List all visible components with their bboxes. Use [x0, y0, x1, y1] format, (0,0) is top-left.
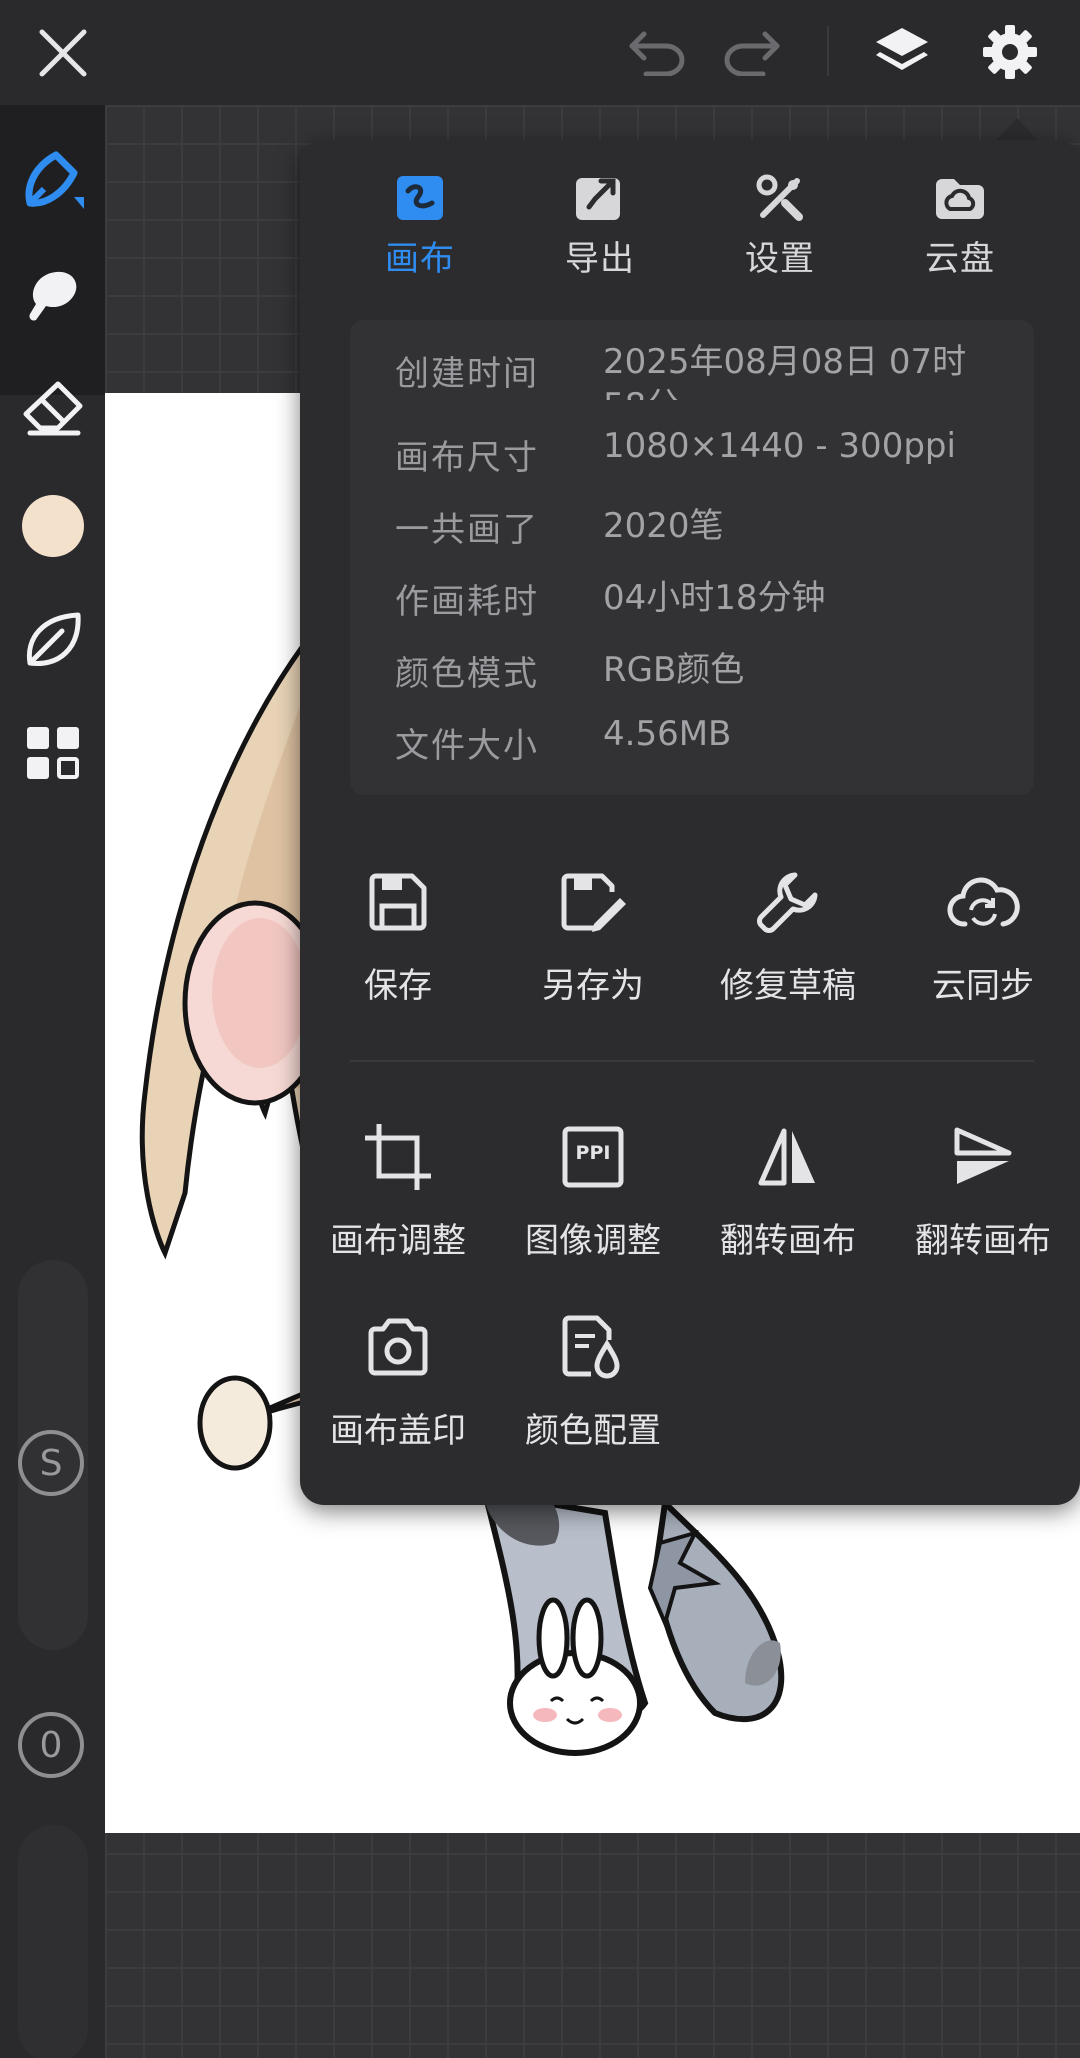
- layers-icon[interactable]: [862, 14, 942, 90]
- smudge-tool-icon[interactable]: [10, 252, 95, 337]
- ppi-icon-text: PPI: [575, 1142, 611, 1164]
- export-icon: [576, 177, 620, 220]
- save-as-icon: [561, 873, 626, 932]
- brush-size-label: S: [18, 1430, 84, 1496]
- info-key: 画布尺寸: [395, 438, 539, 478]
- tab-canvas[interactable]: 画布: [330, 170, 510, 280]
- action-label: 图像调整: [525, 1221, 661, 1261]
- info-value: 1080×1440 - 300ppi: [603, 426, 956, 466]
- panel-pointer: [995, 118, 1039, 142]
- flip-horizontal-icon: [758, 1128, 815, 1186]
- info-key: 一共画了: [395, 510, 539, 550]
- action-label: 画布盖印: [330, 1411, 466, 1451]
- redo-icon[interactable]: [715, 18, 791, 88]
- info-row-duration: 作画耗时 04小时18分钟: [350, 566, 1034, 626]
- canvas-adjust-button[interactable]: 画布调整: [300, 1115, 496, 1262]
- info-value: 04小时18分钟: [603, 578, 826, 618]
- flip-canvas-horizontal-button[interactable]: 翻转画布: [690, 1115, 886, 1262]
- grid-menu-icon[interactable]: [10, 710, 95, 795]
- tab-cloud[interactable]: 云盘: [870, 170, 1050, 280]
- info-row-created: 创建时间 2025年08月08日 07时58分: [350, 338, 1034, 400]
- action-label: 翻转画布: [915, 1221, 1051, 1261]
- info-key: 颜色模式: [395, 654, 539, 694]
- camera-icon: [368, 1318, 428, 1376]
- tools-icon: [756, 174, 803, 221]
- crop-icon: [365, 1124, 431, 1190]
- panel-divider: [350, 1060, 1034, 1062]
- info-key: 作画耗时: [395, 582, 539, 622]
- undo-icon[interactable]: [618, 18, 694, 88]
- repair-draft-button[interactable]: 修复草稿: [690, 860, 886, 1007]
- canvas-info-box: 创建时间 2025年08月08日 07时58分 画布尺寸 1080×1440 -…: [350, 320, 1034, 795]
- toolbar-divider: [827, 26, 829, 76]
- panel-tabs: 画布 导出 设置 云盘: [300, 170, 1080, 280]
- cloud-sync-icon: [947, 877, 1020, 927]
- tab-label: 导出: [565, 239, 635, 279]
- tab-label: 画布: [385, 239, 455, 279]
- close-icon[interactable]: [28, 18, 98, 88]
- color-profile-button[interactable]: 颜色配置: [495, 1305, 691, 1452]
- action-label: 翻转画布: [720, 1221, 856, 1261]
- color-profile-icon: [562, 1315, 620, 1379]
- info-row-color-mode: 颜色模式 RGB颜色: [350, 638, 1034, 698]
- tab-label: 云盘: [925, 239, 995, 279]
- eraser-tool-icon[interactable]: [10, 365, 95, 450]
- flip-canvas-vertical-button[interactable]: 翻转画布: [885, 1115, 1080, 1262]
- info-key: 文件大小: [395, 726, 539, 766]
- info-key: 创建时间: [395, 354, 539, 394]
- tab-export[interactable]: 导出: [510, 170, 690, 280]
- action-label: 颜色配置: [525, 1411, 661, 1451]
- app-root: S 0 画布 导出 设置 云盘 创建时间 2025年08月08日 07时 画布尺…: [0, 0, 1080, 2058]
- top-bar: [0, 0, 1080, 105]
- gear-icon[interactable]: [970, 14, 1050, 90]
- cloud-sync-button[interactable]: 云同步: [885, 860, 1080, 1007]
- action-label: 云同步: [932, 966, 1034, 1006]
- image-adjust-button[interactable]: PPI 图像调整: [495, 1115, 691, 1262]
- action-label: 修复草稿: [720, 966, 856, 1006]
- leaf-tool-icon[interactable]: [10, 597, 95, 682]
- info-row-file-size: 文件大小 4.56MB: [350, 710, 1034, 770]
- tab-label: 设置: [745, 239, 815, 279]
- flip-vertical-icon: [954, 1127, 1012, 1184]
- info-value: RGB颜色: [603, 650, 745, 690]
- opacity-label: 0: [18, 1712, 84, 1778]
- left-toolbar: S 0: [0, 105, 105, 2058]
- opacity-slider[interactable]: [18, 1825, 88, 2058]
- info-row-strokes: 一共画了 2020笔: [350, 494, 1034, 554]
- save-as-button[interactable]: 另存为: [495, 860, 691, 1007]
- canvas-stamp-button[interactable]: 画布盖印: [300, 1305, 496, 1452]
- color-swatch[interactable]: [10, 483, 95, 568]
- info-value: 2020笔: [603, 506, 724, 546]
- action-label: 画布调整: [330, 1221, 466, 1261]
- action-label: 保存: [364, 966, 432, 1006]
- info-value: 2025年08月08日 07时58分: [603, 342, 967, 400]
- brush-tool-icon[interactable]: [10, 137, 95, 222]
- save-icon: [369, 873, 427, 931]
- cloud-folder-icon: [936, 178, 984, 219]
- info-row-size: 画布尺寸 1080×1440 - 300ppi: [350, 422, 1034, 482]
- canvas-menu-panel: 画布 导出 设置 云盘 创建时间 2025年08月08日 07时58分 画布尺寸: [300, 140, 1080, 1505]
- info-value: 4.56MB: [603, 714, 732, 754]
- wrench-icon: [757, 872, 818, 933]
- tab-settings[interactable]: 设置: [690, 170, 870, 280]
- action-label: 另存为: [542, 966, 644, 1006]
- save-button[interactable]: 保存: [300, 860, 496, 1007]
- canvas-icon: [397, 175, 443, 220]
